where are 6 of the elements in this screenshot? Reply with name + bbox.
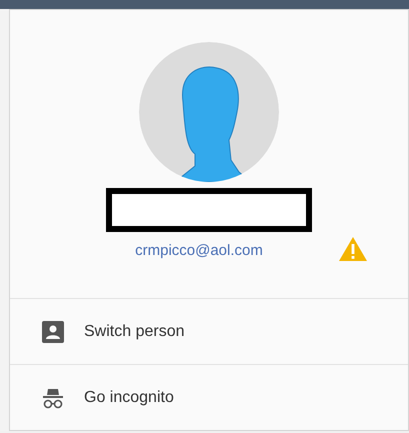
- person-card-icon: [42, 320, 64, 342]
- incognito-icon: [42, 386, 64, 408]
- menu-item[interactable]: Switch person: [10, 298, 408, 364]
- warning-icon[interactable]: [338, 236, 368, 262]
- menu-item[interactable]: Go incognito: [10, 364, 408, 430]
- account-email[interactable]: crmpicco@aol.com: [135, 240, 263, 262]
